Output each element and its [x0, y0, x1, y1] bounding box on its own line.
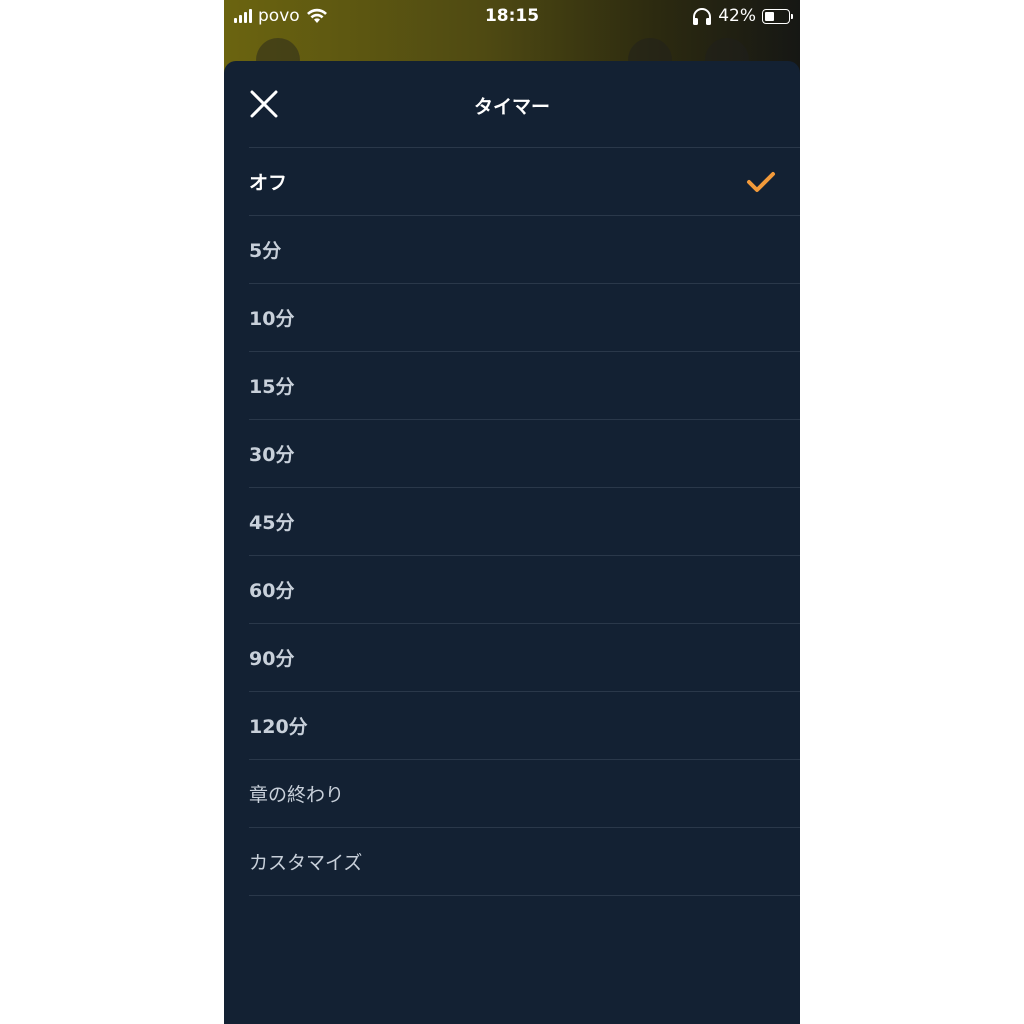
status-right: 42% — [692, 6, 793, 26]
headphones-icon — [693, 7, 712, 25]
timer-option-10min[interactable]: 10分 — [249, 284, 800, 352]
timer-option-off[interactable]: オフ — [249, 148, 800, 216]
timer-option-custom[interactable]: カスタマイズ — [249, 828, 800, 896]
option-label: 60分 — [249, 580, 295, 602]
option-label: 5分 — [249, 240, 282, 262]
timer-option-30min[interactable]: 30分 — [249, 420, 800, 488]
sheet-title: タイマー — [473, 96, 550, 118]
timer-sheet: タイマー オフ 5分 10分 15分 30分 45分 60分 90分 120分 … — [224, 61, 800, 1024]
battery-fill — [765, 11, 774, 21]
option-label: オフ — [249, 172, 288, 194]
timer-options-list: オフ 5分 10分 15分 30分 45分 60分 90分 120分 章の終わり… — [224, 148, 800, 896]
timer-option-60min[interactable]: 60分 — [249, 556, 800, 624]
option-label: 15分 — [249, 376, 295, 398]
timer-option-90min[interactable]: 90分 — [249, 624, 800, 692]
timer-option-120min[interactable]: 120分 — [249, 692, 800, 760]
option-label: 30分 — [249, 444, 295, 466]
timer-option-end-of-chapter[interactable]: 章の終わり — [249, 760, 800, 828]
timer-option-5min[interactable]: 5分 — [249, 216, 800, 284]
option-label: 10分 — [249, 308, 295, 330]
option-label: カスタマイズ — [249, 852, 363, 874]
option-label: 章の終わり — [249, 784, 345, 806]
option-label: 45分 — [249, 512, 295, 534]
option-label: 120分 — [249, 716, 308, 738]
checkmark-icon — [747, 172, 775, 192]
battery-icon — [762, 8, 793, 24]
status-bar: povo 18:15 42% — [224, 0, 800, 32]
phone-screen: povo 18:15 42% タイマー オフ 5分 10分 15分 30分 45… — [224, 0, 800, 1024]
timer-option-15min[interactable]: 15分 — [249, 352, 800, 420]
battery-percent: 42% — [718, 6, 756, 26]
timer-option-45min[interactable]: 45分 — [249, 488, 800, 556]
option-label: 90分 — [249, 648, 295, 670]
sheet-header: タイマー — [249, 61, 800, 148]
